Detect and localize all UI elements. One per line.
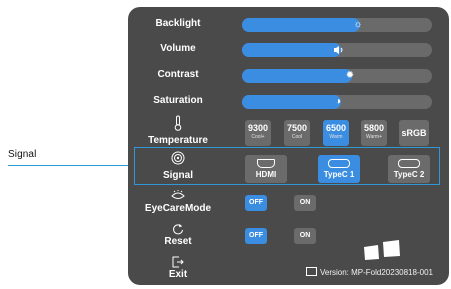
volume-slider[interactable] bbox=[242, 43, 432, 57]
temp-option-6500[interactable]: 6500 Warm bbox=[323, 120, 349, 146]
contrast-sun-icon: ✹ bbox=[345, 70, 355, 81]
temp-6500-sub: Warm bbox=[329, 134, 343, 140]
temp-6500-value: 6500 bbox=[325, 123, 347, 133]
osd-menu-panel: Backlight ☼ Volume Contrast ✹ Saturation… bbox=[128, 7, 449, 285]
version-info: Version: MP-Fold20230818-001 bbox=[306, 267, 433, 277]
thermometer-icon bbox=[128, 115, 228, 136]
signal-option-typec2[interactable]: TypeC 2 bbox=[388, 155, 430, 183]
sun-icon: ☼ bbox=[353, 19, 363, 30]
eyecare-label: EyeCareMode bbox=[144, 203, 212, 214]
temp-5800-value: 5800 bbox=[363, 123, 385, 133]
backlight-slider[interactable]: ☼ bbox=[242, 18, 432, 32]
temp-9300-value: 9300 bbox=[247, 123, 269, 133]
temperature-label: Temperature bbox=[148, 135, 208, 146]
eye-icon bbox=[128, 190, 228, 203]
usb-c-port-icon bbox=[398, 159, 420, 168]
signal-typec1-label: TypeC 1 bbox=[323, 170, 355, 179]
brand-logo bbox=[364, 240, 400, 260]
temp-option-9300[interactable]: 9300 Cool+ bbox=[245, 120, 271, 146]
temp-option-5800[interactable]: 5800 Warm+ bbox=[361, 120, 387, 146]
signal-option-typec1[interactable]: TypeC 1 bbox=[318, 155, 360, 183]
volume-label: Volume bbox=[160, 43, 196, 54]
signal-option-hdmi[interactable]: HDMI bbox=[245, 155, 287, 183]
speaker-icon bbox=[330, 43, 346, 57]
signal-typec2-label: TypeC 2 bbox=[393, 170, 425, 179]
temp-5800-sub: Warm+ bbox=[365, 134, 383, 140]
saturation-slider-fill bbox=[242, 95, 341, 109]
saturation-slider[interactable]: ◑ bbox=[242, 95, 432, 109]
signal-icon bbox=[128, 151, 228, 170]
eyecare-on-button[interactable]: ON bbox=[294, 195, 316, 211]
signal-callout-label: Signal bbox=[8, 149, 37, 160]
signal-callout-line bbox=[8, 165, 132, 166]
usb-c-port-icon bbox=[328, 159, 350, 168]
saturation-icon: ◑ bbox=[334, 96, 342, 107]
contrast-slider[interactable]: ✹ bbox=[242, 69, 432, 83]
temp-7500-value: 7500 bbox=[286, 123, 308, 133]
reset-off-button[interactable]: OFF bbox=[245, 228, 267, 244]
version-text: Version: MP-Fold20230818-001 bbox=[320, 268, 433, 277]
volume-slider-fill bbox=[242, 43, 341, 57]
temp-9300-sub: Cool+ bbox=[251, 134, 265, 140]
contrast-slider-fill bbox=[242, 69, 353, 83]
hdmi-port-icon bbox=[257, 159, 275, 168]
reset-label: Reset bbox=[164, 236, 192, 247]
monitor-icon bbox=[306, 267, 317, 276]
contrast-label: Contrast bbox=[157, 69, 199, 80]
backlight-slider-fill bbox=[242, 18, 360, 32]
srgb-button[interactable]: sRGB bbox=[399, 120, 429, 146]
temp-option-7500[interactable]: 7500 Cool bbox=[284, 120, 310, 146]
eyecare-off-button[interactable]: OFF bbox=[245, 195, 267, 211]
signal-hdmi-label: HDMI bbox=[255, 170, 277, 179]
reset-on-button[interactable]: ON bbox=[294, 228, 316, 244]
signal-label: Signal bbox=[162, 170, 193, 181]
backlight-label: Backlight bbox=[155, 18, 201, 29]
temp-7500-sub: Cool bbox=[291, 134, 303, 140]
saturation-label: Saturation bbox=[153, 95, 203, 106]
exit-label[interactable]: Exit bbox=[128, 269, 228, 280]
